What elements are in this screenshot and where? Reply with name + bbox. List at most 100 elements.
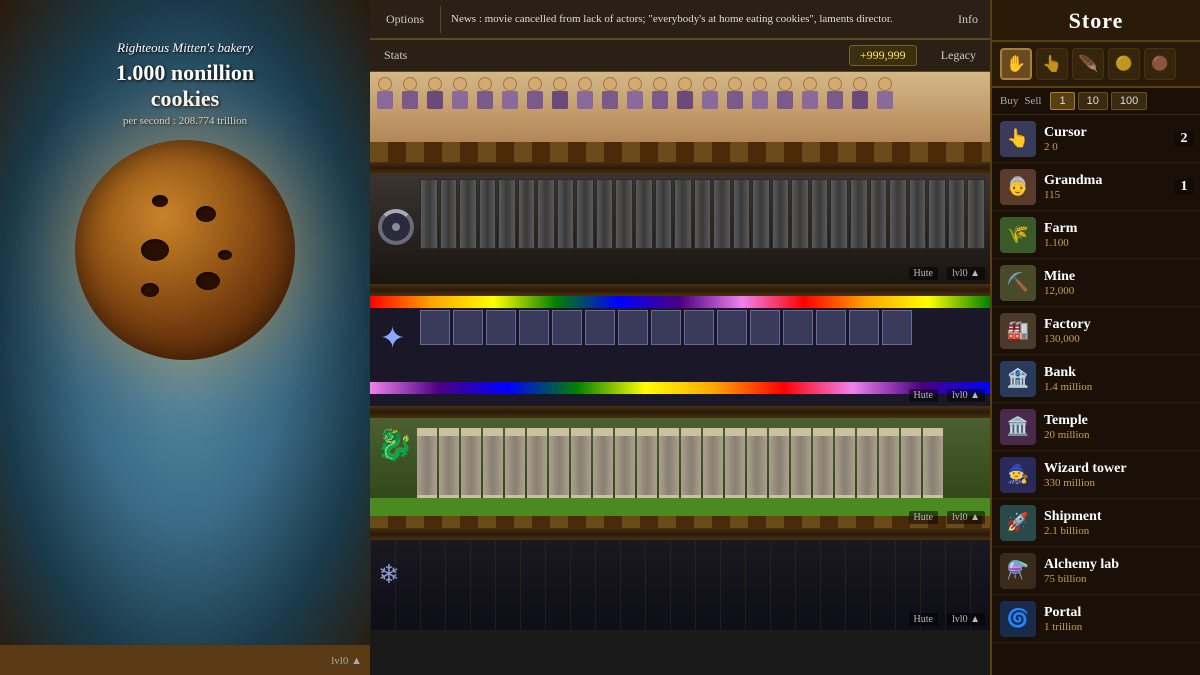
farm-price: 1.100 <box>1044 237 1192 249</box>
grandma-figure <box>374 77 396 112</box>
bank-info: Bank 1.4 million <box>1044 365 1192 393</box>
tool-brown[interactable]: 🟤 <box>1144 48 1176 80</box>
wizard-info: Wizard tower 330 million <box>1044 461 1192 489</box>
buy-10-button[interactable]: 10 <box>1078 92 1108 110</box>
grandma-figure <box>549 77 571 112</box>
alchemy-name: Alchemy lab <box>1044 557 1192 573</box>
mine-name: Mine <box>1044 269 1192 285</box>
store-item-cursor[interactable]: 👆 Cursor 2 0 2 <box>992 115 1200 163</box>
store-item-alchemy[interactable]: ⚗️ Alchemy lab 75 billion <box>992 547 1200 595</box>
temple-character: 🐉 <box>376 428 413 463</box>
grandma-figure <box>474 77 496 112</box>
lane-portal: ✦ Hute lvl0 ▲ <box>370 296 990 406</box>
store-item-factory[interactable]: 🏭 Factory 130,000 <box>992 307 1200 355</box>
buy-sell-row: Buy Sell 1 10 100 <box>992 88 1200 115</box>
game-area: Hute lvl0 ▲ ✦ Hute lvl0 ▲ 🐉 <box>370 72 990 675</box>
cookie-chip <box>196 206 216 222</box>
news-ticker: News : movie cancelled from lack of acto… <box>441 13 946 25</box>
cookie-chip <box>196 272 220 290</box>
legacy-button[interactable]: Legacy <box>927 44 990 67</box>
store-item-shipment[interactable]: 🚀 Shipment 2.1 billion <box>992 499 1200 547</box>
portal-boxes-row <box>420 310 985 380</box>
temple-price: 20 million <box>1044 429 1192 441</box>
store-item-wizard[interactable]: 🧙 Wizard tower 330 million <box>992 451 1200 499</box>
cursor-count: 2 <box>1174 131 1194 147</box>
grandma-figure <box>624 77 646 112</box>
grandma-figure <box>874 77 896 112</box>
shipment-icon: 🚀 <box>1000 505 1036 541</box>
grandma-figure <box>524 77 546 112</box>
cookie-chip <box>152 195 168 207</box>
character-sprite: ✦ <box>380 321 405 356</box>
tool-hand-point[interactable]: 👆 <box>1036 48 1068 80</box>
store-item-mine[interactable]: ⛏️ Mine 12,000 <box>992 259 1200 307</box>
temple-name: Temple <box>1044 413 1192 429</box>
shipment-info: Shipment 2.1 billion <box>1044 509 1192 537</box>
factory-info: Factory 130,000 <box>1044 317 1192 345</box>
grandma-figure <box>849 77 871 112</box>
alchemy-info: Alchemy lab 75 billion <box>1044 557 1192 585</box>
alchemy-icon: ⚗️ <box>1000 553 1036 589</box>
separator-4 <box>370 528 990 540</box>
options-button[interactable]: Options <box>370 6 441 33</box>
factory-icon: 🏭 <box>1000 313 1036 349</box>
snowflake-sprite: ❄ <box>378 560 400 590</box>
ground-bar: lvl0 ▲ <box>0 645 370 675</box>
grandma-figure <box>599 77 621 112</box>
store-item-portal[interactable]: 🌀 Portal 1 trillion <box>992 595 1200 643</box>
lane-temple: 🐉 Hute lvl0 ▲ <box>370 418 990 528</box>
top-bar: Options News : movie cancelled from lack… <box>370 0 990 40</box>
store-item-bank[interactable]: 🏦 Bank 1.4 million <box>992 355 1200 403</box>
buy-100-button[interactable]: 100 <box>1111 92 1147 110</box>
grandma-count: 1 <box>1174 179 1194 195</box>
buy-1-button[interactable]: 1 <box>1050 92 1074 110</box>
grandma-figure <box>399 77 421 112</box>
lane-lvl-2: lvl0 ▲ <box>947 267 985 280</box>
mine-icon: ⛏️ <box>1000 265 1036 301</box>
cookie-chip <box>141 283 159 297</box>
cursor-icon: 👆 <box>1000 121 1036 157</box>
store-item-temple[interactable]: 🏛️ Temple 20 million <box>992 403 1200 451</box>
shipment-name: Shipment <box>1044 509 1192 525</box>
lane-grandma <box>370 72 990 162</box>
store-item-grandma[interactable]: 👵 Grandma 115 1 <box>992 163 1200 211</box>
shipment-price: 2.1 billion <box>1044 525 1192 537</box>
lane-lvl-5: lvl0 ▲ <box>947 613 985 626</box>
store-item-farm[interactable]: 🌾 Farm 1.100 <box>992 211 1200 259</box>
temple-icon: 🏛️ <box>1000 409 1036 445</box>
stats-button[interactable]: Stats <box>370 44 421 67</box>
tool-feather[interactable]: 🪶 <box>1072 48 1104 80</box>
grandma-row <box>370 77 990 132</box>
separator-1 <box>370 162 990 174</box>
grandma-figure <box>724 77 746 112</box>
lane-lvl-4: lvl0 ▲ <box>947 511 985 524</box>
temple-columns-row <box>414 428 990 508</box>
sell-label: Sell <box>1024 95 1041 107</box>
grandma-figures <box>374 77 896 132</box>
big-cookie[interactable] <box>75 140 295 360</box>
grandma-figure <box>824 77 846 112</box>
bakery-title: Righteous Mitten's bakery <box>0 40 370 56</box>
middle-panel: Options News : movie cancelled from lack… <box>370 0 990 675</box>
lane-bottom: ❄ Hute lvl0 ▲ <box>370 540 990 630</box>
portal-info: Portal 1 trillion <box>1044 605 1192 633</box>
temple-conveyor <box>370 516 990 528</box>
lvl-indicator: lvl0 ▲ <box>331 655 362 667</box>
temple-grass <box>370 498 990 516</box>
rainbow-strip-top <box>370 296 990 308</box>
grandma-figure <box>749 77 771 112</box>
info-button[interactable]: Info <box>946 6 990 33</box>
tool-gold[interactable]: 🟡 <box>1108 48 1140 80</box>
grandma-info: Grandma 115 <box>1044 173 1192 201</box>
mine-info: Mine 12,000 <box>1044 269 1192 297</box>
bottom-pattern <box>370 540 990 630</box>
factory-name: Factory <box>1044 317 1192 333</box>
cookie-chip <box>218 250 232 260</box>
tool-hand-open[interactable]: ✋ <box>1000 48 1032 80</box>
factory-spinner <box>378 209 414 245</box>
cookie-per-sec: per second : 208.774 trillion <box>0 115 370 127</box>
grandma-figure <box>799 77 821 112</box>
store-panel: Store ✋ 👆 🪶 🟡 🟤 Buy Sell 1 10 100 👆 Curs… <box>990 0 1200 675</box>
buy-label: Buy <box>1000 95 1018 107</box>
factory-pipes-row <box>420 179 985 254</box>
